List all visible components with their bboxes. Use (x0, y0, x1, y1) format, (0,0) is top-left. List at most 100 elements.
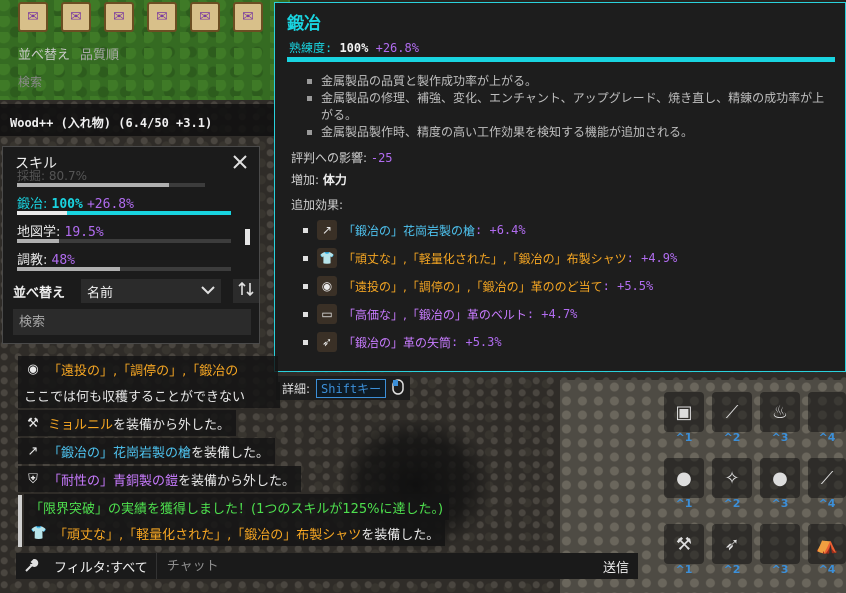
scroll-icon: ✉ (242, 9, 254, 25)
proficiency-bar (287, 57, 835, 62)
hotbar-slot[interactable]: ● ^1 (664, 458, 704, 510)
chat-highlight-bar (18, 495, 22, 547)
extra-effect-bonus: : +5.3% (451, 335, 502, 349)
tent-icon: ⛺ (815, 533, 839, 555)
chat-message-rest: を装備から外した。 (113, 417, 231, 433)
skill-effect: 金属製品の品質と製作成功率が上がる。 (305, 73, 825, 90)
skill-row-cartography[interactable]: 地図学: 19.5% (17, 221, 104, 240)
hotbar-key: ^1 (675, 497, 693, 510)
chat-message: ここでは何も収穫することができない (18, 382, 280, 408)
wrench-icon[interactable] (16, 553, 46, 579)
inventory-sort[interactable]: 並べ替え 品質順 (18, 44, 119, 63)
skills-panel: スキル 採掘: 80.7% 鍛冶: 100% +26.8% 地図学: 19.5%… (2, 146, 260, 344)
hotbar-slot[interactable]: ✧ ^2 (712, 458, 752, 510)
bomb-icon: ● (772, 467, 788, 489)
detail-hint: 詳細: Shiftキー (276, 376, 411, 400)
skill-value: 48% (51, 253, 76, 268)
skills-scrollbar[interactable] (245, 229, 250, 245)
hotbar-slot[interactable]: ⟋ ^2 (712, 392, 752, 444)
chat-message-text: 「限界突破」の実績を獲得しました！(1つのスキルが125%に達した。) (30, 501, 444, 517)
hotbar-slot[interactable]: ^4 (808, 392, 846, 444)
held-item-label: Wood++ (入れ物) (6.4/50 +3.1) (0, 104, 278, 136)
hotbar-slot[interactable]: ♨ ^3 (760, 392, 800, 444)
skill-effect: 金属製品の修理、補強、変化、エンチャント、アップグレード、焼き直し、精錬の成功率… (305, 90, 825, 124)
sparkle-icon: ✧ (724, 467, 740, 489)
hotbar-slot[interactable]: ⟋ ^4 (808, 458, 846, 510)
extra-effect-item: ◉ 「遠投の」,「調停の」,「鍛冶の」革ののど当て: +5.5% (303, 272, 677, 300)
chat-input[interactable] (156, 553, 594, 579)
shirt-icon: 👕 (30, 525, 48, 541)
proficiency-label: 熟練度: (289, 41, 340, 55)
extra-effects-label: 追加効果: (291, 198, 344, 212)
scroll-item[interactable]: ✉ (147, 2, 177, 32)
hotbar-slot[interactable]: ▣ ^1 (664, 392, 704, 444)
gorget-icon: ◉ (27, 361, 39, 377)
skill-bar-partial (17, 183, 205, 187)
hotbar-key: ^2 (723, 431, 741, 444)
skill-tooltip: 鍛冶 熟練度: 100% +26.8% 金属製品の品質と製作成功率が上がる。 金… (274, 2, 846, 372)
scroll-icon: ✉ (27, 9, 39, 25)
inventory-scrolls: ✉ ✉ ✉ ✉ ✉ ✉ (18, 2, 263, 32)
chevron-down-icon (201, 284, 215, 299)
scroll-item[interactable]: ✉ (18, 2, 48, 32)
skills-sort-select[interactable]: 名前 (81, 279, 221, 303)
skill-name: 地図学 (17, 225, 57, 240)
hotbar-slot[interactable]: ⚒ ^1 (664, 524, 704, 576)
sort-direction-button[interactable] (233, 279, 259, 303)
close-icon[interactable] (231, 153, 249, 171)
chat-message-text: ここでは何も収穫することができない (24, 389, 246, 405)
chat-message: ⛨ 「耐性の」青銅製の鎧 を装備から外した。 (18, 466, 302, 492)
inventory-sort-label: 並べ替え (18, 48, 71, 63)
scroll-item[interactable]: ✉ (104, 2, 134, 32)
chat-item-name: ミョルニル (48, 417, 114, 433)
skill-row-smithing[interactable]: 鍛冶: 100% +26.8% (17, 193, 134, 212)
quiver-icon: ➶ (317, 332, 337, 352)
hotbar-key: ^1 (675, 563, 693, 576)
hotbar-slot[interactable]: ➶ ^2 (712, 524, 752, 576)
sort-arrows-icon (238, 281, 254, 301)
hotbar-key: ^3 (771, 431, 789, 444)
skill-row-partial: 採掘: 80.7% (17, 169, 87, 183)
skill-value: 19.5% (64, 225, 104, 240)
extra-effect-item: 👕 「頑丈な」,「軽量化された」,「鍛冶の」布製シャツ: +4.9% (303, 244, 677, 272)
chat-message-rest: を装備した。 (361, 527, 440, 543)
chat-filter-button[interactable]: フィルタ:すべて (46, 553, 157, 579)
added-stat-label: 増加: (291, 173, 323, 187)
hammer-icon: ⚒ (675, 533, 693, 555)
chat-message-rest: を装備した。 (191, 445, 270, 461)
detail-hint-label: 詳細: (282, 381, 311, 396)
extra-effect-bonus: : +6.4% (475, 223, 526, 237)
scroll-item[interactable]: ✉ (233, 2, 263, 32)
spear-icon: ↗ (27, 443, 39, 459)
hotbar-key: ^2 (723, 497, 741, 510)
hotbar-key: ^4 (818, 431, 836, 444)
chat-message-text: 「遠投の」,「調停の」,「鍛冶の (48, 363, 239, 379)
extra-effect-bonus: : +4.7% (526, 307, 578, 321)
scroll-item[interactable]: ✉ (61, 2, 91, 32)
chat-message: ◉ 「遠投の」,「調停の」,「鍛冶の (18, 356, 278, 382)
skills-sort-row: 並べ替え 名前 (13, 279, 259, 303)
chat-send-button[interactable]: 送信 (594, 557, 638, 576)
skill-row-taming[interactable]: 調教: 48% (17, 249, 75, 268)
hotbar-slot[interactable]: ● ^3 (760, 458, 800, 510)
inventory-sort-value[interactable]: 品質順 (80, 44, 119, 63)
shift-key-badge: Shiftキー (316, 378, 387, 398)
proficiency-bonus: +26.8% (375, 41, 419, 55)
scroll-item[interactable]: ✉ (190, 2, 220, 32)
chest-icon: ▣ (675, 401, 693, 423)
hotbar-slot[interactable]: ⛺ ^4 (808, 524, 846, 576)
tooltip-title: 鍛冶 (287, 14, 321, 34)
hotbar-key: ^3 (771, 563, 789, 576)
chat-message: ↗ 「鍛冶の」花崗岩製の槍 を装備した。 (18, 438, 276, 464)
hotbar-slot[interactable]: ^3 (760, 524, 800, 576)
extra-effect-item: ↗ 「鍛冶の」花崗岩製の槍: +6.4% (303, 216, 677, 244)
extra-effect-name: 「鍛冶の」革の矢筒 (343, 335, 452, 350)
chat-input-row: フィルタ:すべて 送信 (16, 553, 638, 579)
skill-effect: 金属製品製作時、精度の高い工作効果を検知する機能が追加される。 (305, 124, 825, 141)
extra-effect-name: 「鍛冶の」花崗岩製の槍 (343, 223, 476, 238)
extra-effects-list: ↗ 「鍛冶の」花崗岩製の槍: +6.4% 👕 「頑丈な」,「軽量化された」,「鍛… (303, 216, 677, 356)
added-stat-value: 体力 (322, 173, 347, 187)
skill-bar-cartography (17, 239, 231, 243)
inventory-search[interactable]: 検索 (18, 73, 42, 90)
skills-search-input[interactable] (13, 309, 251, 335)
